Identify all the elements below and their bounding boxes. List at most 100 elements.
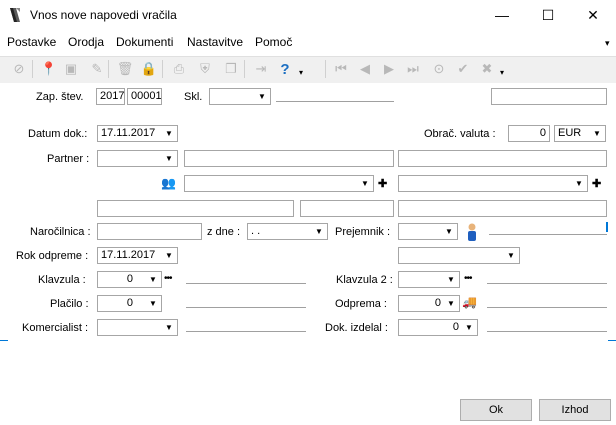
ok-button[interactable]: Ok xyxy=(460,399,532,421)
komercialist-label: Komercialist : xyxy=(22,322,89,334)
partner-address-dropdown-icon[interactable]: ▼ xyxy=(359,176,371,191)
menu-orodja[interactable]: Orodja xyxy=(68,35,104,49)
toolbar-cancel-icon[interactable]: ⊘ xyxy=(10,60,28,78)
rok-odpreme-label: Rok odpreme : xyxy=(16,250,89,262)
delivery-address-dropdown-icon[interactable]: ▼ xyxy=(573,176,585,191)
placilo-dropdown-icon[interactable]: ▼ xyxy=(147,296,159,311)
window-title: Vnos nove napovedi vračila xyxy=(30,8,177,22)
section-divider-left xyxy=(0,340,8,341)
section-divider-right xyxy=(608,340,616,341)
prejemnik-name-line xyxy=(489,234,607,235)
partner-name-field[interactable] xyxy=(184,150,394,167)
narocilnica-field[interactable] xyxy=(97,223,202,240)
toolbar-export-icon[interactable]: ⇥ xyxy=(252,60,270,78)
datum-dok-label: Datum dok.: xyxy=(28,128,88,140)
toolbar-separator xyxy=(162,60,163,78)
rok-extra-dropdown-icon[interactable]: ▼ xyxy=(505,248,517,263)
partner-address-select[interactable] xyxy=(184,175,374,192)
delivery-address-select[interactable] xyxy=(398,175,588,192)
toolbar-separator xyxy=(244,60,245,78)
dok-izdelal-label: Dok. izdelal : xyxy=(325,322,388,334)
klavzula2-name-line xyxy=(487,283,607,284)
skl-label: Skl. xyxy=(184,91,203,103)
toolbar-save-icon[interactable]: ▣ xyxy=(62,60,80,78)
toolbar-help-chevron-icon[interactable]: ▾ xyxy=(299,68,303,77)
odprema-truck-icon[interactable]: 🚚 xyxy=(462,295,477,309)
skl-name-line xyxy=(276,101,394,102)
toolbar-copy-icon[interactable]: ❐ xyxy=(222,60,240,78)
klavzula2-label: Klavzula 2 : xyxy=(336,274,393,286)
komercialist-name-line xyxy=(186,331,306,332)
toolbar-separator xyxy=(32,60,33,78)
partner-contact-icon[interactable]: 👥 xyxy=(161,176,176,190)
skl-dropdown-icon[interactable]: ▼ xyxy=(256,89,268,104)
close-icon: ✕ xyxy=(587,6,599,23)
toolbar-edit-icon[interactable]: ✎ xyxy=(88,60,106,78)
toolbar-next-icon[interactable]: ▶ xyxy=(380,60,398,78)
prejemnik-person-icon[interactable] xyxy=(464,222,480,242)
placilo-label: Plačilo : xyxy=(50,298,89,310)
placilo-name-line xyxy=(186,307,306,308)
menu-pomoc[interactable]: Pomoč xyxy=(255,35,292,49)
partner-label: Partner : xyxy=(47,153,90,165)
valuta-amount-field[interactable]: 0 xyxy=(508,125,550,142)
maximize-button[interactable]: ☐ xyxy=(525,0,571,30)
prejemnik-dropdown-icon[interactable]: ▼ xyxy=(443,224,455,239)
rok-odpreme-dropdown-icon[interactable]: ▼ xyxy=(163,248,175,263)
menu-overflow-icon[interactable]: ▾ xyxy=(605,38,610,49)
klavzula-dropdown-icon[interactable]: ▼ xyxy=(147,272,159,287)
toolbar-confirm-icon[interactable]: ✔ xyxy=(454,60,472,78)
year-field[interactable]: 2017 xyxy=(96,88,125,105)
partner-extra-field[interactable] xyxy=(398,150,607,167)
minimize-button[interactable]: — xyxy=(479,0,525,30)
number-field[interactable]: 00001 xyxy=(127,88,162,105)
toolbar-help-icon[interactable]: ? xyxy=(276,60,294,78)
toolbar-close-icon[interactable]: ✖ xyxy=(478,60,496,78)
accent-marker xyxy=(606,222,608,232)
toolbar-overflow-icon[interactable]: ▾ xyxy=(500,68,504,77)
zap-stev-label: Zap. štev. xyxy=(36,91,84,103)
datum-dok-dropdown-icon[interactable]: ▼ xyxy=(163,126,175,141)
klavzula2-dropdown-icon[interactable]: ▼ xyxy=(445,272,457,287)
toolbar-lock-icon[interactable]: 🔒 xyxy=(140,60,158,78)
dok-izdelal-name-line xyxy=(487,331,607,332)
menu-postavke[interactable]: Postavke xyxy=(7,35,56,49)
address-line-1[interactable] xyxy=(97,200,294,217)
toolbar-separator xyxy=(108,60,109,78)
toolbar-up-icon[interactable]: ⊙ xyxy=(430,60,448,78)
valuta-dropdown-icon[interactable]: ▼ xyxy=(591,126,603,141)
toolbar-last-icon[interactable]: ⏭ xyxy=(404,60,422,78)
menu-dokumenti[interactable]: Dokumenti xyxy=(116,35,173,49)
klavzula-name-line xyxy=(186,283,306,284)
klavzula-more-icon[interactable]: ••• xyxy=(164,273,172,284)
partner-address-add-icon[interactable]: ✚ xyxy=(378,177,387,190)
top-right-field[interactable] xyxy=(491,88,607,105)
z-dne-dropdown-icon[interactable]: ▼ xyxy=(313,224,325,239)
toolbar-print-icon[interactable]: ⎙ xyxy=(170,60,188,78)
z-dne-label: z dne : xyxy=(207,226,241,238)
klavzula-label: Klavzula : xyxy=(38,274,86,286)
address-line-2[interactable] xyxy=(300,200,394,217)
komercialist-dropdown-icon[interactable]: ▼ xyxy=(163,320,175,335)
toolbar-shield-icon[interactable]: ⛨ xyxy=(196,60,214,78)
odprema-label: Odprema : xyxy=(335,298,387,310)
dok-izdelal-dropdown-icon[interactable]: ▼ xyxy=(463,320,475,335)
toolbar-first-icon[interactable]: ⏮ xyxy=(332,60,350,78)
menu-nastavitve[interactable]: Nastavitve xyxy=(187,35,243,49)
toolbar-pin-icon[interactable]: 📍 xyxy=(40,60,58,78)
close-button[interactable]: ✕ xyxy=(570,0,616,30)
toolbar-delete-icon[interactable]: 🗑 xyxy=(116,60,134,78)
toolbar-prev-icon[interactable]: ◀ xyxy=(356,60,374,78)
address-line-3[interactable] xyxy=(398,200,607,217)
prejemnik-label: Prejemnik : xyxy=(335,226,391,238)
minimize-icon: — xyxy=(495,7,509,23)
toolbar-separator xyxy=(325,60,326,78)
delivery-address-add-icon[interactable]: ✚ xyxy=(592,177,601,190)
klavzula2-more-icon[interactable]: ••• xyxy=(464,273,472,284)
odprema-dropdown-icon[interactable]: ▼ xyxy=(445,296,457,311)
izhod-button[interactable]: Izhod xyxy=(539,399,611,421)
obrac-valuta-label: Obrač. valuta : xyxy=(424,128,496,140)
rok-extra-select[interactable] xyxy=(398,247,520,264)
odprema-name-line xyxy=(487,307,607,308)
partner-dropdown-icon[interactable]: ▼ xyxy=(163,151,175,166)
